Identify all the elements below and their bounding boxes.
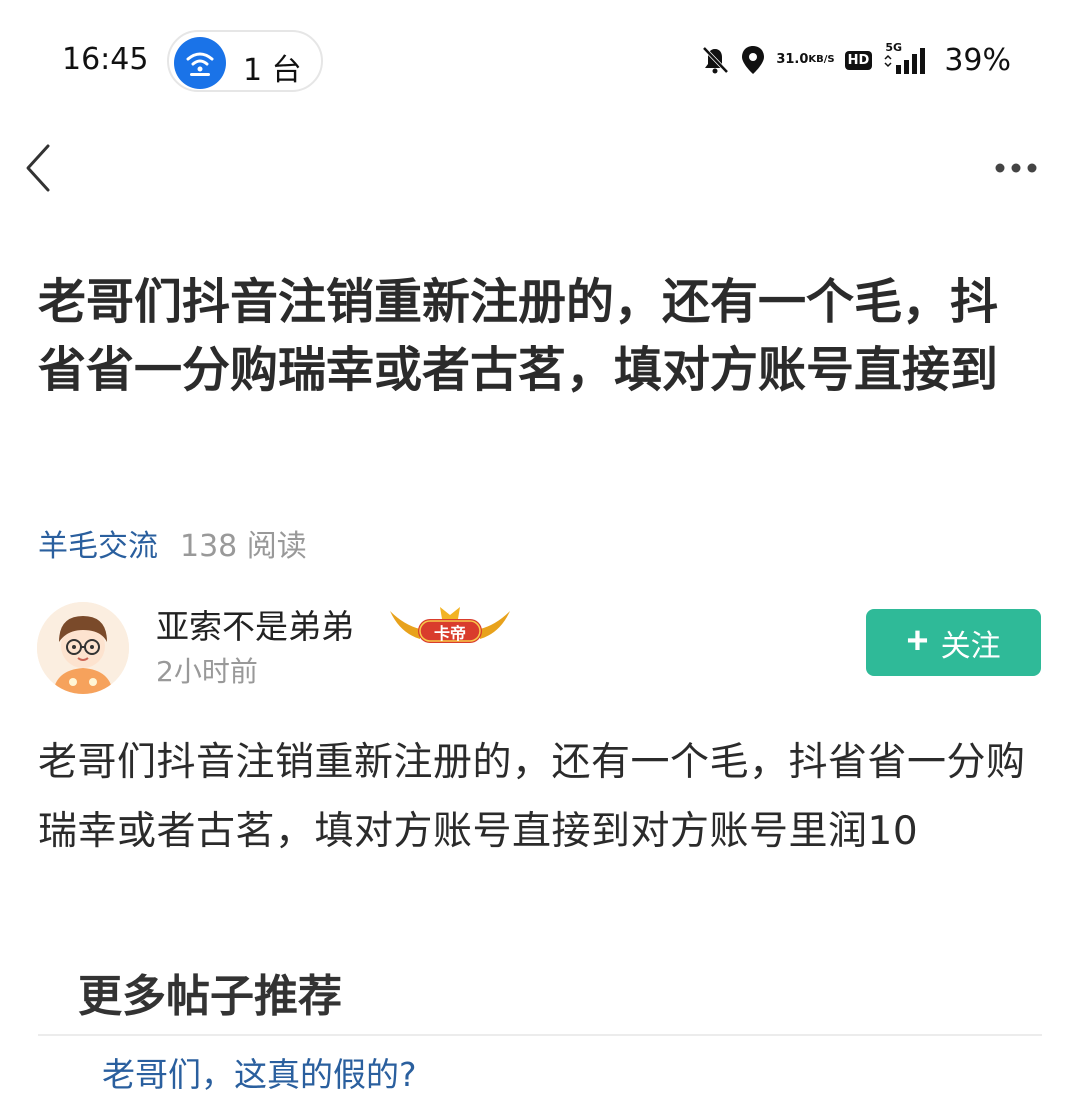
avatar[interactable]: [37, 602, 129, 694]
status-icons: 31.0 KB/S HD 5G 39%: [700, 40, 1011, 80]
status-time: 16:45: [62, 42, 149, 77]
more-dots-icon: [995, 163, 1037, 173]
post-meta: 羊毛交流 138 阅读: [38, 521, 307, 565]
net-speed-unit: KB/S: [808, 54, 835, 65]
location-icon: [740, 45, 766, 75]
rank-badge-label: 卡帝: [433, 624, 466, 643]
follow-button[interactable]: + 关注: [866, 609, 1041, 676]
read-count: 138 阅读: [180, 529, 307, 564]
net-speed: 31.0 KB/S: [776, 52, 835, 67]
hd-badge: HD: [844, 50, 873, 70]
network-label: 5G: [885, 41, 902, 54]
more-button[interactable]: [993, 150, 1043, 186]
bell-muted-icon: [700, 45, 730, 75]
plus-icon: +: [906, 619, 929, 662]
post-title: 老哥们抖音注销重新注册的，还有一个毛，抖省省一分购瑞幸或者古茗，填对方账号直接到: [38, 274, 999, 398]
divider: [38, 1034, 1042, 1036]
recommend-item[interactable]: 老哥们，这真的假的?: [102, 1048, 417, 1096]
hotspot-count: 1 台: [243, 53, 302, 88]
battery-level: 39%: [944, 42, 1011, 78]
recommend-heading: 更多帖子推荐: [78, 971, 342, 1022]
rank-badge: 卡帝: [386, 603, 514, 645]
hotspot-pill[interactable]: 1 台: [167, 30, 323, 92]
chevron-left-icon: [26, 144, 50, 192]
post-time: 2小时前: [156, 655, 258, 688]
signal-icon: 5G: [882, 41, 934, 75]
follow-label: 关注: [940, 629, 1001, 663]
hotspot-icon: [174, 37, 226, 89]
back-button[interactable]: [18, 140, 62, 196]
post-body: 老哥们抖音注销重新注册的，还有一个毛，抖省省一分购瑞幸或者古茗，填对方账号直接到…: [38, 740, 1026, 854]
category-link[interactable]: 羊毛交流: [38, 529, 158, 564]
author-name[interactable]: 亚索不是弟弟: [156, 600, 354, 648]
net-speed-value: 31.0: [776, 52, 809, 67]
